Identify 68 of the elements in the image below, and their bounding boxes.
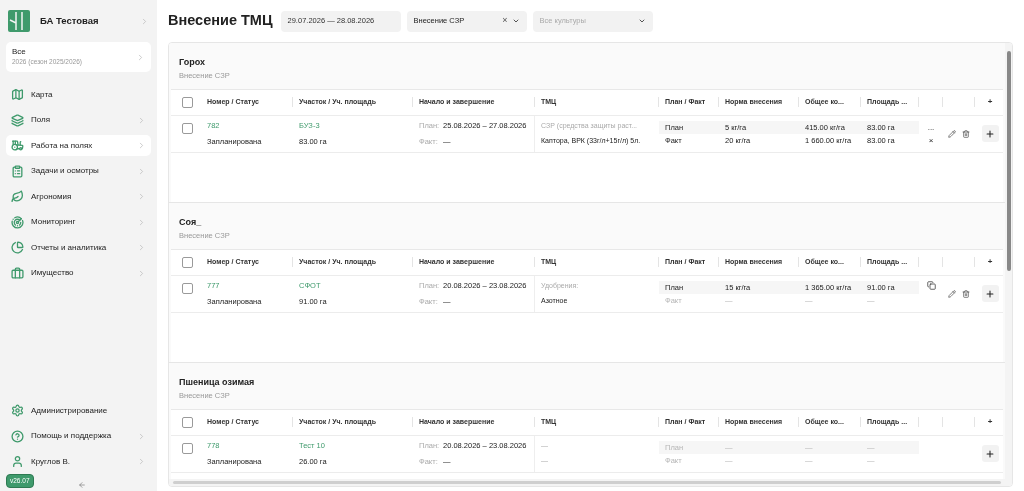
map-icon xyxy=(11,88,24,101)
clear-button[interactable]: × xyxy=(502,14,508,28)
checkbox[interactable] xyxy=(181,416,193,428)
radar-icon xyxy=(11,215,24,229)
chevron-icon xyxy=(137,457,146,466)
nav-item[interactable]: Администрирование xyxy=(6,400,151,421)
chevron-icon xyxy=(137,192,146,201)
nav-item[interactable]: Отчеты и аналитика xyxy=(6,237,151,258)
checkbox[interactable] xyxy=(181,96,193,108)
pie-chart-icon xyxy=(11,241,24,254)
chevron-icon xyxy=(137,166,146,176)
chevron-icon xyxy=(136,52,145,62)
chevron-down-icon xyxy=(637,17,646,25)
row-mark[interactable]: ... xyxy=(927,120,935,134)
checkbox[interactable] xyxy=(181,122,193,134)
nav-item[interactable]: Работа на полях xyxy=(6,135,151,156)
layers-icon xyxy=(11,113,24,127)
collapse-icon[interactable] xyxy=(78,481,87,489)
add-column-button[interactable]: + xyxy=(987,416,993,428)
chevron-icon xyxy=(137,141,146,150)
add-button[interactable] xyxy=(981,125,999,142)
nav-item[interactable]: Агрономия xyxy=(6,186,151,207)
group-title: Соя_ xyxy=(179,218,203,227)
clipboard-icon xyxy=(11,164,24,178)
briefcase-icon xyxy=(11,266,24,280)
plus-icon xyxy=(985,288,995,299)
add-button[interactable] xyxy=(981,285,999,302)
chevron-icon xyxy=(137,217,146,227)
logo-icon xyxy=(8,10,30,32)
chevron-down-icon xyxy=(511,17,520,25)
nav-item[interactable]: Круглов В. xyxy=(6,451,151,472)
nav-item[interactable]: Задачи и осмотры xyxy=(6,160,151,182)
nav-item[interactable]: Карта xyxy=(6,84,151,105)
add-button[interactable] xyxy=(981,445,999,462)
chevron-icon xyxy=(137,243,146,252)
user-icon xyxy=(11,455,24,468)
chevron-icon xyxy=(137,431,146,441)
row-mark[interactable]: × xyxy=(928,133,934,147)
checkbox[interactable] xyxy=(181,282,193,294)
edit-icon[interactable] xyxy=(948,289,956,298)
group-title: Горох xyxy=(179,58,206,67)
org-name[interactable]: БА Тестовая xyxy=(40,13,130,29)
vertical-scrollbar[interactable] xyxy=(1005,43,1012,486)
chevron-icon xyxy=(137,268,146,278)
group-title: Пшеница озимая xyxy=(179,378,256,387)
tractor-icon xyxy=(11,139,24,152)
copy-icon[interactable] xyxy=(926,280,936,290)
season-title: Все xyxy=(12,48,27,57)
nav-item[interactable]: Поля xyxy=(6,109,151,131)
checkbox[interactable] xyxy=(181,256,193,268)
leaf-icon xyxy=(11,190,24,203)
chevron-icon xyxy=(140,16,149,26)
nav-item[interactable]: Помощь и поддержка xyxy=(6,425,151,447)
checkbox[interactable] xyxy=(181,442,193,454)
delete-icon[interactable] xyxy=(962,129,970,138)
nav-item[interactable]: Мониторинг xyxy=(6,211,151,233)
nav-item[interactable]: Имущество xyxy=(6,262,151,284)
help-icon xyxy=(11,429,24,443)
delete-icon[interactable] xyxy=(962,289,970,298)
plus-icon xyxy=(985,128,995,139)
chevron-icon xyxy=(137,115,146,125)
add-column-button[interactable]: + xyxy=(987,96,993,108)
horizontal-scrollbar[interactable] xyxy=(169,479,1005,486)
add-column-button[interactable]: + xyxy=(987,256,993,268)
plus-icon xyxy=(985,448,995,459)
settings-icon xyxy=(11,404,24,417)
edit-icon[interactable] xyxy=(948,129,956,138)
page-title: Внесение ТМЦ xyxy=(168,11,273,31)
